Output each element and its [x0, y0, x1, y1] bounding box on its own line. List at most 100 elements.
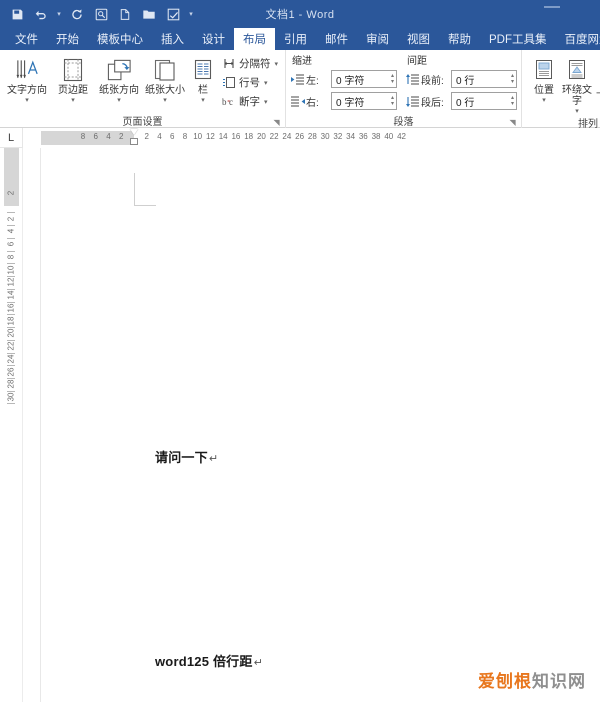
vruler-minor-tick — [7, 365, 15, 367]
tab-view[interactable]: 视图 — [398, 28, 439, 50]
chevron-down-icon[interactable]: ▾ — [71, 97, 75, 104]
chevron-down-icon[interactable]: ▾ — [264, 98, 268, 106]
columns-button[interactable]: 栏 ▾ — [188, 53, 218, 104]
document-line-1[interactable]: 请问一下↵ — [155, 447, 218, 466]
line-numbers-icon — [221, 75, 236, 90]
chevron-down-icon[interactable]: ▾ — [542, 97, 546, 104]
ruler-tick-28: 28 — [307, 132, 317, 141]
hyphenation-button[interactable]: bc 断字 ▾ — [218, 92, 281, 111]
chevron-down-icon[interactable]: ▾ — [163, 97, 167, 104]
vruler-tick-6: 6 — [6, 241, 16, 247]
redo-icon[interactable] — [66, 3, 88, 25]
tab-home[interactable]: 开始 — [47, 28, 88, 50]
ribbon-tabs[interactable]: 文件 开始 模板中心 插入 设计 布局 引用 邮件 审阅 视图 帮助 PDF工具… — [0, 28, 600, 50]
tab-design[interactable]: 设计 — [193, 28, 234, 50]
orientation-button[interactable]: 纸张方向 ▾ — [96, 53, 142, 104]
tab-stop-selector[interactable]: L — [0, 128, 23, 148]
margins-icon — [60, 55, 86, 85]
ruler-tick-4: 4 — [157, 132, 162, 141]
vertical-ruler[interactable]: 2 2 4 6 8 10 12 14 16 18 20 22 24 26 28 30 — [0, 148, 23, 702]
vruler-tick-12: 12 — [6, 277, 16, 287]
page-setup-dialog-launcher[interactable]: ◥ — [272, 118, 281, 127]
bring-forward-button[interactable]: 上移一层 ▾ — [594, 53, 600, 115]
indent-left-row: 左: 0 字符 ▴ ▾ — [290, 69, 398, 89]
open-folder-icon[interactable] — [138, 3, 160, 25]
tab-file[interactable]: 文件 — [6, 28, 47, 50]
page-setup-small-buttons: 分隔符 ▾ 行号 ▾ bc 断字 ▾ — [218, 53, 281, 111]
indent-right-input[interactable]: 0 字符 ▴ ▾ — [331, 92, 398, 110]
edit-icon[interactable] — [162, 3, 184, 25]
indent-left-input[interactable]: 0 字符 ▴ ▾ — [331, 70, 398, 88]
ribbon: 文字方向 ▾ 页边距 ▾ 纸张方向 ▾ 纸张大小 ▾ 栏 ▾ 分隔符 ▾ 行号 … — [0, 50, 600, 130]
left-indent-marker[interactable] — [130, 138, 138, 145]
minimize-button[interactable] — [544, 6, 560, 8]
undo-icon[interactable] — [30, 3, 52, 25]
first-line-indent-marker[interactable] — [130, 129, 138, 135]
ruler-tick-24: 24 — [282, 132, 292, 141]
vruler-minor-tick — [7, 237, 15, 239]
paragraph-mark-icon: ↵ — [208, 453, 219, 465]
ruler-tick-left-8: 8 — [80, 132, 86, 141]
line-numbers-button[interactable]: 行号 ▾ — [218, 73, 281, 92]
ruler-tick-left-2: 2 — [119, 132, 124, 141]
tab-template-center[interactable]: 模板中心 — [88, 28, 152, 50]
chevron-down-icon[interactable]: ▾ — [575, 108, 579, 115]
watermark-part1: 爱刨根 — [478, 672, 532, 691]
indent-left-stepper[interactable]: ▴ ▾ — [391, 72, 394, 86]
chevron-down-icon[interactable]: ▾ — [264, 79, 268, 87]
page-gutter — [23, 148, 41, 702]
margins-button[interactable]: 页边距 ▾ — [50, 53, 96, 104]
breaks-button[interactable]: 分隔符 ▾ — [218, 54, 281, 73]
new-document-icon[interactable] — [114, 3, 136, 25]
chevron-down-icon[interactable]: ▾ — [25, 97, 29, 104]
page-area[interactable]: 请问一下↵ word125 倍行距↵ 爱刨根知识网 — [23, 148, 600, 702]
space-after-icon — [405, 93, 421, 109]
indent-right-stepper[interactable]: ▴ ▾ — [391, 94, 394, 108]
vruler-minor-tick — [7, 403, 15, 405]
tab-references[interactable]: 引用 — [275, 28, 316, 50]
document-line-2-text: word125 倍行距 — [155, 654, 253, 669]
space-after-stepper[interactable]: ▴ ▾ — [511, 94, 514, 108]
tab-review[interactable]: 审阅 — [357, 28, 398, 50]
watermark-part2: 知识网 — [532, 672, 586, 691]
customize-qat-icon[interactable]: ▾ — [186, 3, 196, 25]
position-button[interactable]: 位置 ▾ — [528, 53, 560, 104]
tab-baidu-netdisk[interactable]: 百度网盘 — [556, 28, 600, 50]
vruler-minor-tick — [7, 377, 15, 379]
window-controls[interactable] — [538, 0, 600, 28]
horizontal-ruler[interactable]: 8 6 4 2 2 4 6 8 10 12 14 16 18 20 22 24 26 28 30 32 34 36 38 40… — [23, 128, 600, 148]
vruler-minor-tick — [7, 301, 15, 303]
text-direction-button[interactable]: 文字方向 ▾ — [4, 53, 50, 104]
bring-forward-label: 上移一层 — [595, 85, 600, 107]
line-numbers-label: 行号 — [239, 77, 260, 89]
space-before-input[interactable]: 0 行 ▴ ▾ — [451, 70, 518, 88]
vruler-minor-tick — [7, 276, 15, 278]
page-setup-group-label: 页面设置 — [122, 117, 163, 128]
hyphenation-icon: bc — [221, 94, 236, 109]
quick-access-toolbar[interactable]: ▾ ▾ — [0, 3, 196, 25]
paragraph-dialog-launcher[interactable]: ◥ — [508, 118, 517, 127]
chevron-down-icon[interactable]: ▾ — [201, 97, 205, 104]
tab-help[interactable]: 帮助 — [439, 28, 480, 50]
space-before-stepper[interactable]: ▴ ▾ — [511, 72, 514, 86]
indent-column: 缩进 左: 0 字符 ▴ ▾ 右: 0 字符 ▴ ▾ — [290, 52, 398, 113]
tab-layout[interactable]: 布局 — [234, 28, 275, 50]
indent-right-row: 右: 0 字符 ▴ ▾ — [290, 91, 398, 111]
space-after-row: 段后: 0 行 ▴ ▾ — [405, 91, 518, 111]
print-preview-icon[interactable] — [90, 3, 112, 25]
vruler-tick-30: 30 — [6, 392, 16, 402]
undo-dropdown-icon[interactable]: ▾ — [54, 3, 64, 25]
chevron-down-icon[interactable]: ▾ — [117, 97, 121, 104]
paper-size-button[interactable]: 纸张大小 ▾ — [142, 53, 188, 104]
chevron-down-icon[interactable]: ▾ — [275, 60, 279, 68]
tab-insert[interactable]: 插入 — [152, 28, 193, 50]
ruler-tick-34: 34 — [346, 132, 356, 141]
space-after-input[interactable]: 0 行 ▴ ▾ — [451, 92, 518, 110]
tab-mailings[interactable]: 邮件 — [316, 28, 357, 50]
save-icon[interactable] — [6, 3, 28, 25]
document-line-2[interactable]: word125 倍行距↵ — [155, 651, 263, 670]
tab-pdf-tools[interactable]: PDF工具集 — [480, 28, 556, 50]
document-page[interactable]: 请问一下↵ word125 倍行距↵ — [41, 148, 600, 702]
document-line-1-text: 请问一下 — [155, 450, 208, 465]
wrap-text-button[interactable]: 环绕文字 ▾ — [560, 53, 594, 115]
